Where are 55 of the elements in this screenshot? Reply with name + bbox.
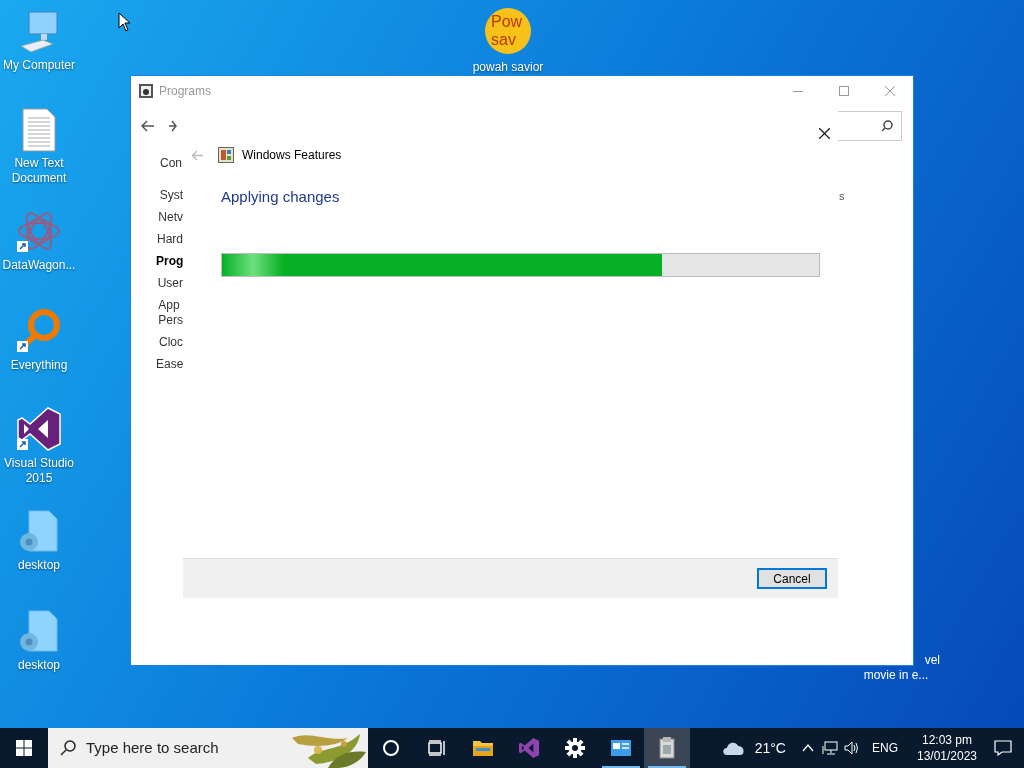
mouse-cursor-icon [118, 12, 131, 32]
heading: Applying changes [221, 187, 341, 207]
settings-file-icon [17, 610, 61, 654]
document-icon [21, 108, 57, 152]
language-indicator[interactable]: ENG [872, 739, 898, 757]
windows-logo-icon[interactable] [16, 740, 32, 756]
dialog-title: Windows Features [242, 147, 342, 164]
search-icon [60, 740, 76, 756]
clock-date[interactable]: 13/01/2023 [916, 748, 978, 764]
infinity-logo-icon [16, 406, 62, 452]
speaker-icon[interactable] [844, 741, 860, 755]
maximize-icon[interactable] [839, 86, 849, 96]
control-panel-icon [610, 739, 632, 757]
forward-arrow-icon[interactable] [169, 120, 177, 132]
partial-text: s [839, 189, 845, 204]
sidebar-link[interactable]: Prog [156, 254, 184, 269]
chevron-up-icon[interactable] [802, 744, 814, 752]
search-box[interactable]: Type here to search [48, 728, 368, 768]
circle-icon [382, 739, 400, 757]
clock-time[interactable]: 12:03 pm [921, 732, 972, 748]
sidebar-link[interactable]: Hard [157, 232, 183, 247]
sidebar-link[interactable]: Cloc [159, 335, 183, 350]
desktop-icon-label[interactable]: powah savior [472, 58, 544, 76]
sidebar-link[interactable]: App Pers [158, 298, 183, 328]
cancel-button[interactable]: Cancel [757, 568, 827, 589]
back-arrow-icon[interactable] [141, 120, 155, 132]
sidebar-link[interactable]: User [157, 276, 183, 291]
sidebar-link[interactable]: Netv [158, 210, 183, 225]
notification-icon[interactable] [994, 740, 1012, 756]
infinity-logo-icon [518, 737, 540, 759]
magnifier-icon [16, 308, 62, 354]
folder-icon [472, 739, 494, 757]
settings-icon [565, 738, 585, 758]
close-icon[interactable] [819, 128, 830, 139]
search-input[interactable]: Type here to search [86, 736, 276, 760]
desktop-icon-label[interactable]: vel [924, 653, 940, 668]
minimize-icon[interactable] [793, 90, 803, 92]
logo-text: sav [491, 31, 516, 49]
taskbar-button[interactable] [644, 728, 690, 768]
network-icon[interactable] [822, 741, 838, 755]
desktop-icon-label[interactable]: movie in e... [863, 668, 937, 683]
sidebar-link[interactable]: Con [160, 156, 182, 171]
installer-icon [658, 737, 676, 759]
window-features-icon [218, 147, 234, 163]
cloud-icon [720, 740, 747, 756]
desktop-icon-label[interactable]: desktop [18, 658, 60, 673]
task-view-icon [428, 740, 446, 756]
search-icon[interactable] [881, 120, 893, 132]
window-title: Programs [159, 83, 211, 100]
control-panel-icon [139, 84, 153, 98]
logo-text: Pow [491, 13, 523, 31]
weather-temperature[interactable]: 21°C [754, 737, 786, 759]
settings-file-icon [17, 510, 61, 554]
sidebar-link[interactable]: Ease [156, 357, 184, 372]
sidebar-link[interactable]: Syst [159, 188, 183, 203]
